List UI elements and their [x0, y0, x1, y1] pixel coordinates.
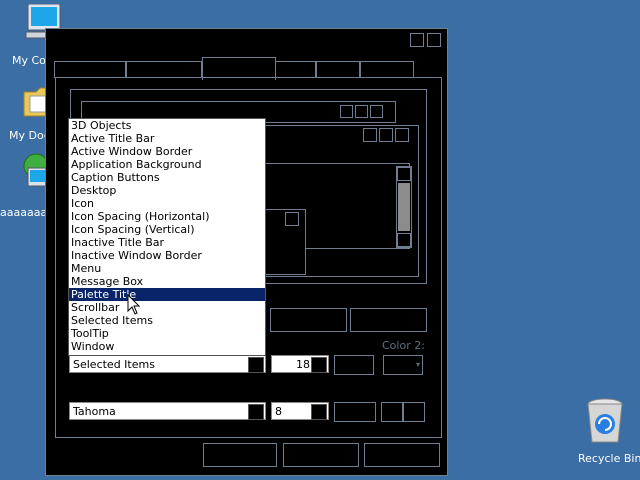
item-dropdown-list[interactable]: 3D Objects Active Title Bar Active Window … — [68, 118, 266, 356]
item-size-box-1 — [270, 308, 347, 332]
item-list-option[interactable]: 3D Objects — [69, 119, 265, 132]
item-list-option[interactable]: Message Box — [69, 275, 265, 288]
font-color-picker[interactable] — [334, 402, 376, 422]
item-list-option[interactable]: Selected Items — [69, 314, 265, 327]
recycle-bin-desktop-icon[interactable] — [585, 398, 629, 446]
my-computer-label: My Co — [12, 54, 46, 67]
tab-4[interactable] — [275, 61, 316, 78]
tab-1[interactable] — [54, 61, 126, 78]
item-list-option[interactable]: ToolTip — [69, 327, 265, 340]
tab-6[interactable] — [360, 61, 414, 78]
font-dropdown-arrow-icon[interactable] — [248, 404, 264, 420]
help-button[interactable] — [410, 33, 424, 47]
item-select[interactable]: Selected Items — [69, 355, 266, 373]
recycle-bin-label: Recycle Bin — [578, 452, 640, 465]
ok-button[interactable] — [203, 443, 277, 467]
italic-button[interactable] — [403, 402, 425, 422]
item-list-option[interactable]: Inactive Title Bar — [69, 236, 265, 249]
tab-5[interactable] — [316, 61, 360, 78]
item-list-option[interactable]: Active Window Border — [69, 145, 265, 158]
preview-max-icon — [355, 105, 368, 118]
item-select-value: Selected Items — [73, 358, 155, 371]
item-list-option[interactable]: Menu — [69, 262, 265, 275]
color2-picker[interactable]: ▾ — [383, 355, 423, 375]
preview-active-min-icon — [363, 128, 377, 142]
item-list-option[interactable]: Palette Title — [69, 288, 265, 301]
preview-active-max-icon — [379, 128, 393, 142]
size-value: 18 — [296, 358, 310, 371]
apply-button[interactable] — [364, 443, 440, 467]
color2-label: Color 2: — [382, 339, 425, 352]
my-documents-label: My Doc — [9, 129, 50, 142]
cancel-button[interactable] — [283, 443, 359, 467]
size-spin-icon[interactable] — [311, 357, 327, 373]
preview-scroll-down-icon — [397, 233, 411, 247]
item-list-option[interactable]: Window — [69, 340, 265, 353]
mouse-cursor-icon — [127, 294, 141, 315]
item-list-option[interactable]: Desktop — [69, 184, 265, 197]
item-list-option[interactable]: Caption Buttons — [69, 171, 265, 184]
item-list-option[interactable]: Scrollbar — [69, 301, 265, 314]
network-label: aaaaaaa — [0, 206, 48, 219]
font-select[interactable]: Tahoma — [69, 402, 266, 420]
preview-min-icon — [340, 105, 353, 118]
recycle-bin-icon — [587, 398, 623, 443]
item-list-option[interactable]: Icon — [69, 197, 265, 210]
font-size-dropdown-arrow-icon[interactable] — [311, 404, 327, 420]
tab-2[interactable] — [126, 61, 202, 78]
font-size-select[interactable]: 8 — [271, 402, 329, 420]
item-dropdown-arrow-icon[interactable] — [248, 357, 264, 373]
close-button[interactable] — [427, 33, 441, 47]
item-list-option[interactable]: Active Title Bar — [69, 132, 265, 145]
preview-active-close-icon — [395, 128, 409, 142]
preview-message-box — [264, 209, 306, 275]
preview-message-close-icon — [285, 212, 299, 226]
item-list-option[interactable]: Inactive Window Border — [69, 249, 265, 262]
bold-button[interactable] — [381, 402, 403, 422]
size-spinner[interactable]: 18 — [271, 355, 329, 373]
item-list-option[interactable]: Icon Spacing (Vertical) — [69, 223, 265, 236]
preview-close-icon — [370, 105, 383, 118]
preview-scroll-up-icon — [397, 167, 411, 181]
font-size-value: 8 — [275, 405, 282, 418]
item-list-option[interactable]: Application Background — [69, 158, 265, 171]
preview-scrollbar — [396, 166, 412, 248]
color1-picker[interactable] — [334, 355, 374, 375]
item-list-option[interactable]: Icon Spacing (Horizontal) — [69, 210, 265, 223]
color2-dropdown-icon: ▾ — [415, 360, 420, 369]
preview-scroll-thumb — [398, 183, 410, 231]
font-select-value: Tahoma — [73, 405, 116, 418]
item-size-box-2 — [350, 308, 427, 332]
